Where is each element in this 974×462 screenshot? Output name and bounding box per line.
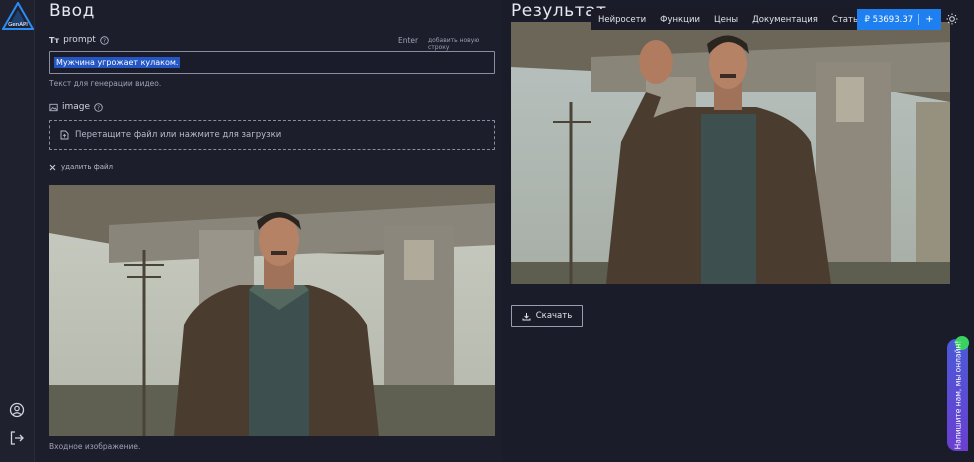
image-label-row: image ? [49, 102, 103, 112]
add-balance-button[interactable]: + [918, 14, 934, 25]
delete-file-button[interactable]: удалить файл [49, 163, 113, 171]
nav-item-documentation[interactable]: Документация [745, 15, 825, 25]
download-button[interactable]: Скачать [511, 305, 583, 327]
logout-icon[interactable] [9, 430, 25, 446]
prompt-hint: Текст для генерации видео. [49, 79, 162, 88]
svg-text:?: ? [97, 105, 100, 111]
input-title: Ввод [49, 1, 95, 21]
balance-button[interactable]: ₽ 53693.37 + [857, 9, 941, 30]
input-image [49, 185, 495, 436]
input-panel: Ввод Tт prompt ? Enter добавить новую ст… [36, 0, 502, 462]
theme-toggle-sun-icon[interactable] [946, 13, 958, 25]
download-icon [522, 312, 531, 320]
dropzone-text: Перетащите файл или нажмите для загрузки [75, 130, 282, 140]
nav-item-functions[interactable]: Функции [653, 15, 707, 25]
result-image [511, 22, 950, 284]
download-label: Скачать [535, 311, 573, 321]
nav-item-prices[interactable]: Цены [707, 15, 745, 25]
logo-text: GenAPI [8, 22, 28, 28]
file-upload-icon [60, 130, 69, 140]
chat-widget-label: Напишите нам, мы онлайн! [953, 340, 962, 450]
file-dropzone[interactable]: Перетащите файл или нажмите для загрузки [49, 120, 495, 150]
image-label: image [62, 102, 91, 112]
genapi-logo[interactable]: GenAPI [2, 2, 34, 30]
prompt-input-value: Мужчина угрожает кулаком. [54, 57, 181, 68]
nav-item-neural-networks[interactable]: Нейросети [591, 15, 653, 25]
help-circle-icon[interactable]: ? [100, 35, 109, 45]
balance-value: ₽ 53693.37 [864, 14, 914, 25]
prompt-input[interactable]: Мужчина угрожает кулаком. [49, 51, 495, 74]
sidebar: GenAPI [0, 0, 35, 462]
svg-text:?: ? [103, 38, 106, 44]
chat-widget-button[interactable]: Напишите нам, мы онлайн! [947, 336, 969, 451]
profile-icon[interactable] [9, 402, 25, 418]
image-caption: Входное изображение. [49, 442, 141, 451]
enter-key-hint: добавить новую строку [428, 37, 480, 51]
prompt-label: prompt [63, 35, 96, 45]
text-type-icon: Tт [49, 35, 60, 45]
image-icon [49, 103, 58, 111]
close-icon [49, 164, 56, 170]
delete-file-label: удалить файл [61, 163, 114, 171]
enter-key-label: Enter [398, 36, 419, 45]
help-circle-icon[interactable]: ? [94, 102, 103, 112]
prompt-label-row: Tт prompt ? [49, 35, 109, 45]
